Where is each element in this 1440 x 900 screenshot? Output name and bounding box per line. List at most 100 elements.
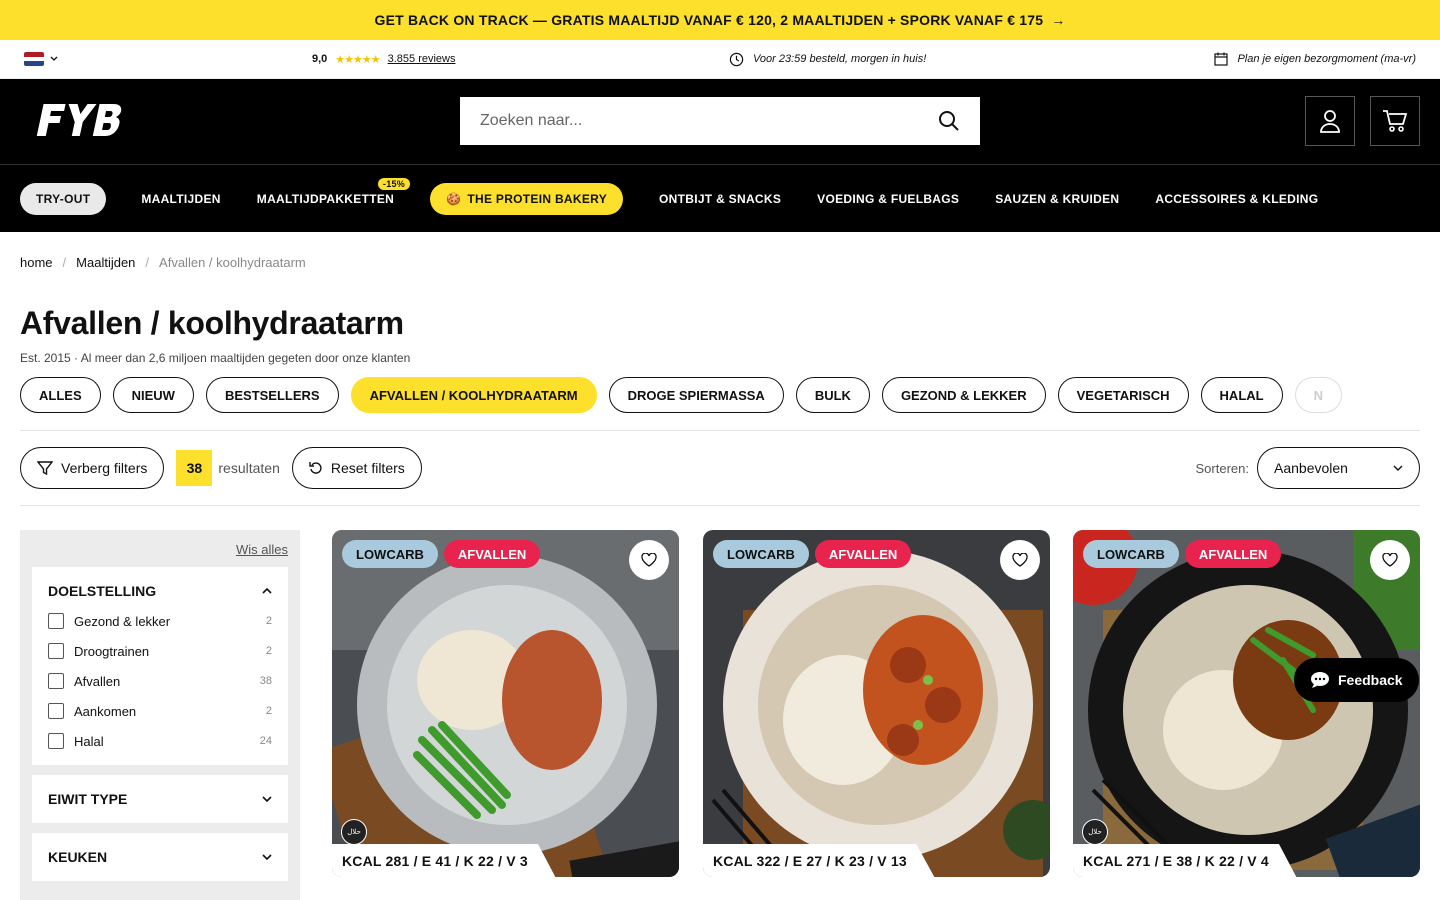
filter-option-count: 24	[259, 735, 272, 747]
nav-item-label: THE PROTEIN BAKERY	[467, 191, 607, 206]
plan-text: Plan je eigen bezorgmoment (ma-vr)	[1237, 53, 1416, 65]
heart-icon	[641, 553, 657, 567]
breadcrumb-current: Afvallen / koolhydraatarm	[159, 255, 306, 270]
filter-group-eiwit-type: EIWIT TYPE	[32, 775, 288, 823]
favorite-button[interactable]	[629, 540, 669, 580]
clock-icon	[729, 52, 744, 66]
filter-option-label: Afvallen	[74, 673, 121, 689]
promo-banner[interactable]: GET BACK ON TRACK — GRATIS MAALTIJD VANA…	[0, 0, 1440, 40]
chevron-down-icon	[50, 56, 58, 61]
filter-option-label: Halal	[74, 733, 104, 749]
tag-lowcarb: LOWCARB	[342, 540, 438, 568]
site-header	[0, 79, 1440, 164]
main-navigation: TRY-OUT MAALTIJDEN MAALTIJDPAKKETTEN -15…	[0, 164, 1440, 232]
plan-delivery-info: Plan je eigen bezorgmoment (ma-vr)	[1214, 52, 1416, 66]
fitbyfood-logo[interactable]	[34, 102, 124, 145]
product-tags: LOWCARB AFVALLEN	[1083, 540, 1282, 568]
clear-all-link[interactable]: Wis alles	[32, 542, 288, 557]
nav-item-sauzen-kruiden[interactable]: SAUZEN & KRUIDEN	[995, 192, 1119, 206]
nav-item-try-out[interactable]: TRY-OUT	[20, 182, 107, 215]
filter-option-count: 2	[265, 705, 272, 717]
filter-group-header[interactable]: EIWIT TYPE	[48, 791, 272, 807]
breadcrumb-home[interactable]: home	[20, 255, 53, 270]
nav-item-voeding-fuelbags[interactable]: VOEDING & FUELBAGS	[817, 192, 959, 206]
heart-icon	[1382, 553, 1398, 567]
results-count-badge: 38	[176, 450, 213, 486]
filter-option[interactable]: Gezond & lekker 2	[48, 613, 272, 629]
delivery-text: Voor 23:59 besteld, morgen in huis!	[753, 53, 927, 65]
product-tags: LOWCARB AFVALLEN	[342, 540, 541, 568]
account-button[interactable]	[1305, 96, 1355, 146]
breadcrumb-separator: /	[62, 255, 67, 270]
page-subtitle: Est. 2015 · Al meer dan 2,6 miljoen maal…	[20, 351, 411, 365]
category-chip[interactable]: DROGE SPIERMASSA	[608, 377, 784, 413]
breadcrumb-maaltijden[interactable]: Maaltijden	[76, 255, 135, 270]
filter-option[interactable]: Droogtrainen 2	[48, 643, 272, 659]
filter-option-count: 38	[259, 675, 272, 687]
nav-item-protein-bakery[interactable]: 🍪 THE PROTEIN BAKERY	[430, 182, 623, 215]
filter-option[interactable]: Aankomen 2	[48, 703, 272, 719]
nav-item-label: MAALTIJDPAKKETTEN	[256, 191, 395, 206]
tag-afvallen: AFVALLEN	[1184, 540, 1282, 568]
reset-icon	[309, 462, 322, 474]
breadcrumb: home / Maaltijden / Afvallen / koolhydra…	[20, 255, 306, 270]
calendar-icon	[1214, 52, 1229, 66]
nav-item-accessoires-kleding[interactable]: ACCESSOIRES & KLEDING	[1155, 192, 1318, 206]
checkbox[interactable]	[48, 673, 64, 689]
cookie-icon: 🍪	[446, 191, 462, 206]
sort-label: Sorteren:	[1195, 460, 1249, 476]
chevron-down-icon	[1393, 465, 1403, 471]
search-input[interactable]	[480, 112, 938, 130]
sort-value: Aanbevolen	[1274, 460, 1348, 476]
checkbox[interactable]	[48, 613, 64, 629]
category-chip[interactable]: NIEUW	[112, 377, 194, 413]
cart-button[interactable]	[1370, 96, 1420, 146]
nav-item-maaltijden[interactable]: MAALTIJDEN	[141, 192, 220, 206]
category-chip[interactable]: N	[1294, 377, 1342, 413]
info-bar: 9,0 ★★★★★ 3.855 reviews Voor 23:59 beste…	[0, 40, 1440, 79]
filter-sidebar: Wis alles DOELSTELLING Gezond & lekker 2…	[20, 530, 300, 900]
category-chip[interactable]: BULK	[795, 377, 870, 413]
checkbox[interactable]	[48, 733, 64, 749]
filter-option[interactable]: Halal 24	[48, 733, 272, 749]
search-bar[interactable]	[460, 97, 980, 145]
nav-item-maaltijdpakketten[interactable]: MAALTIJDPAKKETTEN -15%	[256, 177, 411, 206]
reset-filters-button[interactable]: Reset filters	[291, 447, 422, 489]
filter-group-header[interactable]: KEUKEN	[48, 849, 272, 865]
divider	[20, 505, 1420, 506]
filter-group-header[interactable]: DOELSTELLING	[48, 583, 272, 599]
category-chip-active[interactable]: AFVALLEN / KOOLHYDRAATARM	[350, 377, 597, 413]
arrow-right-icon: →	[1051, 12, 1066, 28]
search-icon[interactable]	[938, 110, 960, 132]
category-chip[interactable]: GEZOND & LEKKER	[881, 377, 1046, 413]
halal-icon: حلال	[1082, 819, 1108, 845]
product-card[interactable]: LOWCARB AFVALLEN KCAL 322 / E 27 / K 23 …	[703, 530, 1050, 877]
meal-image	[1073, 530, 1420, 877]
checkbox[interactable]	[48, 643, 64, 659]
feedback-button[interactable]: Feedback	[1294, 658, 1419, 702]
chevron-down-icon	[262, 796, 272, 802]
hide-filters-button[interactable]: Verberg filters	[20, 447, 165, 489]
category-chip[interactable]: ALLES	[20, 377, 101, 413]
checkbox[interactable]	[48, 703, 64, 719]
language-selector[interactable]	[24, 52, 58, 66]
category-chip[interactable]: HALAL	[1200, 377, 1283, 413]
delivery-info: Voor 23:59 besteld, morgen in huis!	[729, 52, 926, 67]
macro-label: KCAL 281 / E 41 / K 22 / V 3	[332, 844, 556, 877]
filter-option[interactable]: Afvallen 38	[48, 673, 272, 689]
category-chip[interactable]: VEGETARISCH	[1057, 377, 1189, 413]
product-card[interactable]: LOWCARB AFVALLEN حلال KCAL 271 / E 38 / …	[1073, 530, 1420, 877]
favorite-button[interactable]	[1370, 540, 1410, 580]
favorite-button[interactable]	[1000, 540, 1040, 580]
filter-group-title: EIWIT TYPE	[48, 791, 128, 807]
reviews-link[interactable]: 3.855 reviews	[388, 53, 456, 65]
heart-icon	[1012, 553, 1028, 567]
category-chip[interactable]: BESTSELLERS	[205, 377, 339, 413]
sort-select[interactable]: Aanbevolen	[1257, 447, 1420, 489]
product-card[interactable]: LOWCARB AFVALLEN حلال KCAL 281 / E 41 / …	[332, 530, 679, 877]
macro-label: KCAL 322 / E 27 / K 23 / V 13	[703, 844, 935, 877]
nav-item-ontbijt-snacks[interactable]: ONTBIJT & SNACKS	[659, 192, 781, 206]
promo-text: GET BACK ON TRACK — GRATIS MAALTIJD VANA…	[374, 12, 1044, 28]
tag-afvallen: AFVALLEN	[814, 540, 912, 568]
product-tags: LOWCARB AFVALLEN	[713, 540, 912, 568]
